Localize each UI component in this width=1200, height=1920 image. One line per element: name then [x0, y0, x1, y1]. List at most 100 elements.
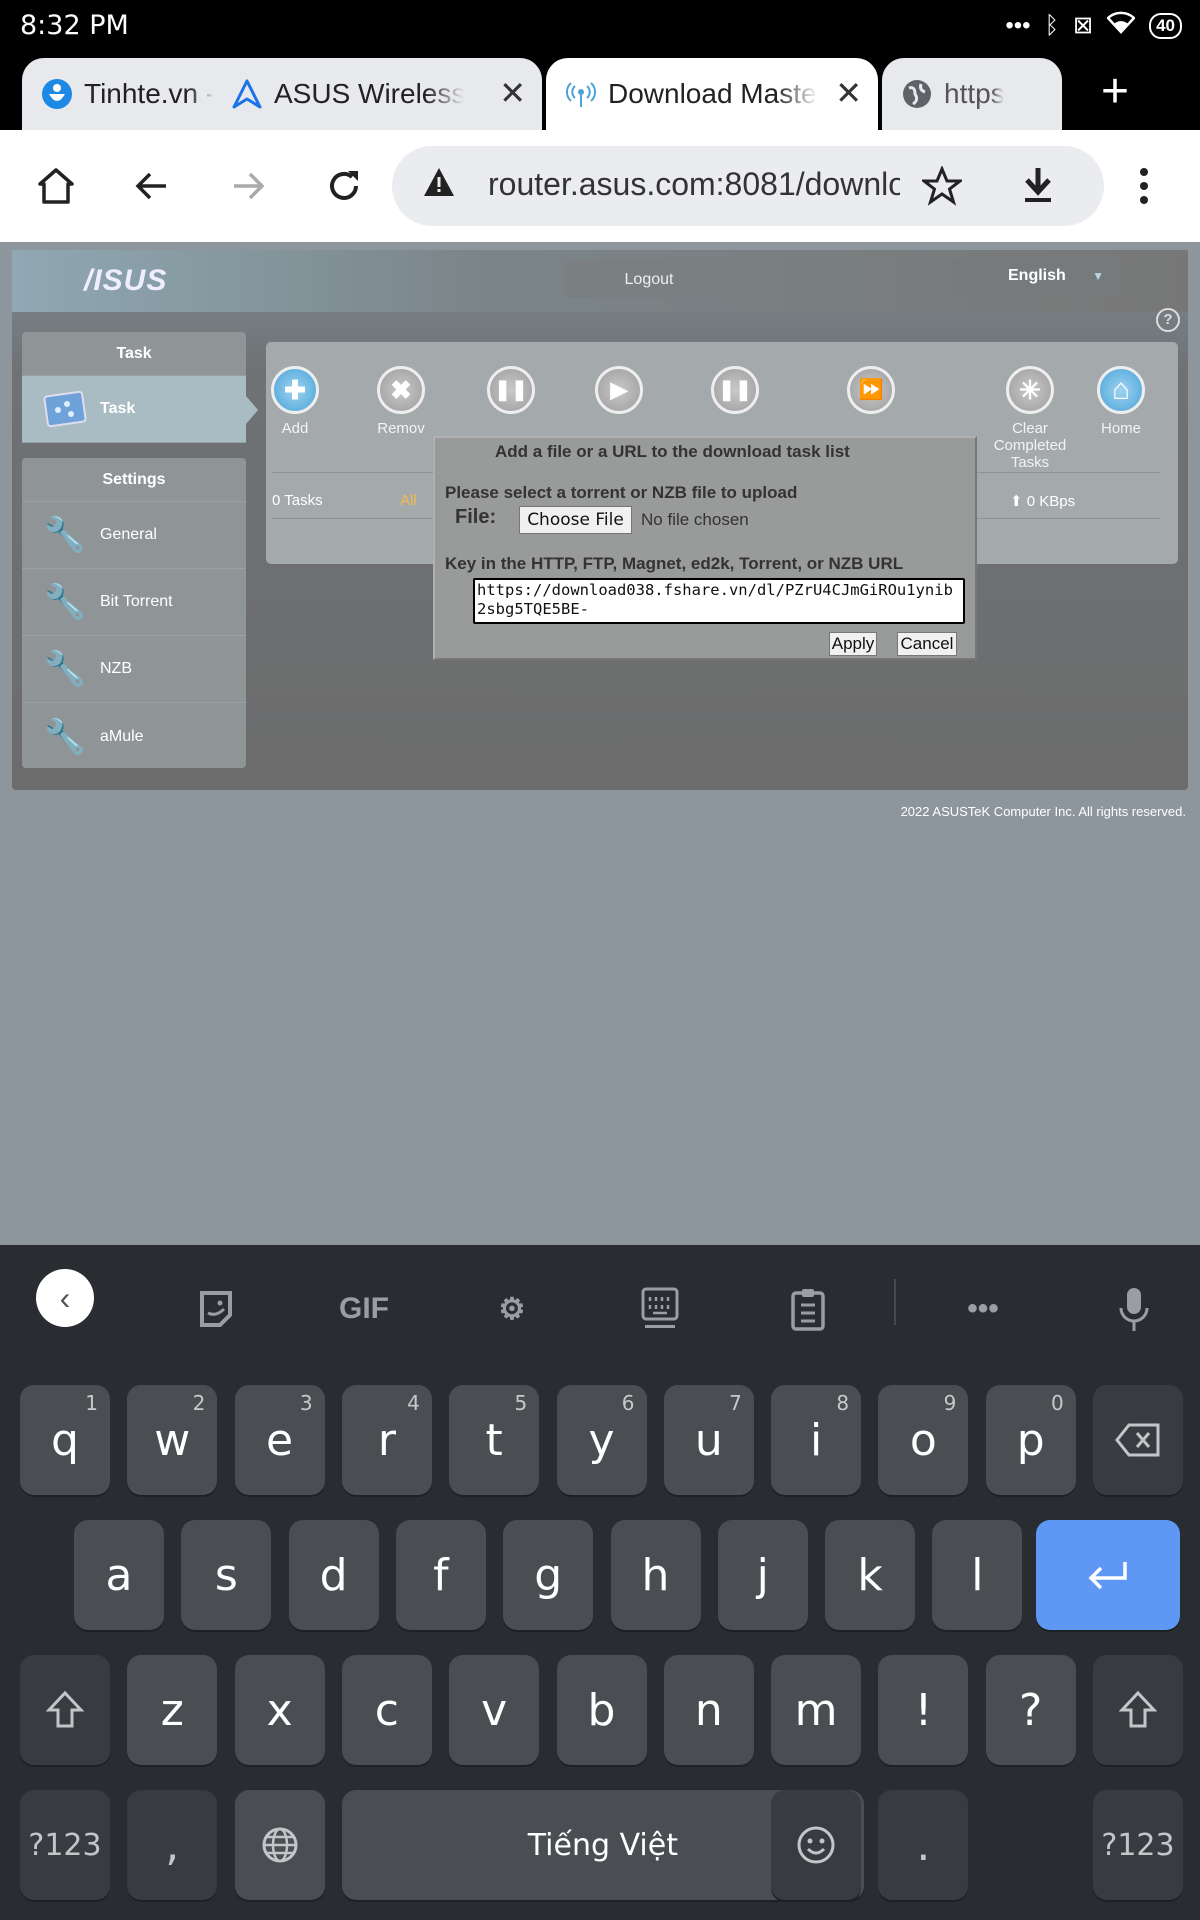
- sidebar-item-label: aMule: [100, 727, 144, 745]
- key-t[interactable]: t5: [449, 1385, 540, 1495]
- sidebar-item-task[interactable]: Task: [22, 376, 258, 443]
- key-k[interactable]: k: [825, 1520, 916, 1630]
- remove-button[interactable]: ✖ Remov: [366, 366, 436, 437]
- emoji-key[interactable]: [771, 1790, 862, 1900]
- filter-all[interactable]: All: [400, 492, 417, 509]
- sidebar-item-amule[interactable]: 🔧 aMule: [22, 703, 246, 770]
- clear-completed-button[interactable]: ✳ Clear Completed Tasks: [972, 366, 1088, 471]
- wrench-icon: 🔧: [43, 516, 87, 554]
- back-button[interactable]: [126, 160, 178, 212]
- keyboard-collapse-button[interactable]: ‹: [36, 1269, 94, 1327]
- key-p[interactable]: p0: [985, 1385, 1076, 1495]
- reload-button[interactable]: [318, 160, 370, 212]
- key-e[interactable]: e3: [234, 1385, 325, 1495]
- chevron-down-icon: ▼: [1092, 269, 1104, 283]
- key-o[interactable]: o9: [878, 1385, 969, 1495]
- status-bar: 8:32 PM ••• ᛒ ⊠ 40: [0, 0, 1200, 56]
- backspace-key[interactable]: [1093, 1385, 1183, 1495]
- symbols-key[interactable]: ?123: [20, 1790, 110, 1900]
- tab-https[interactable]: https://: [882, 58, 1062, 130]
- key-q[interactable]: q1: [20, 1385, 110, 1495]
- start-all-button[interactable]: ⏩: [836, 366, 906, 420]
- tab-download-master[interactable]: Download Master ✕: [546, 58, 878, 130]
- key-question[interactable]: ?: [985, 1655, 1076, 1765]
- new-tab-button[interactable]: +: [1085, 62, 1145, 122]
- bookmark-star-icon[interactable]: [919, 165, 965, 211]
- choose-file-button[interactable]: Choose File: [519, 506, 632, 534]
- more-icon[interactable]: •••: [953, 1279, 1013, 1339]
- pause-icon: ❚❚: [487, 366, 535, 414]
- start-button[interactable]: ▶: [584, 366, 654, 420]
- cancel-button[interactable]: Cancel: [897, 632, 957, 656]
- key-label: q: [51, 1414, 79, 1466]
- key-label: t: [485, 1414, 503, 1466]
- help-icon[interactable]: ?: [1156, 308, 1180, 332]
- key-r[interactable]: r4: [341, 1385, 432, 1495]
- pause-button[interactable]: ❚❚: [476, 366, 546, 420]
- key-j[interactable]: j: [717, 1520, 808, 1630]
- enter-key[interactable]: [1036, 1520, 1180, 1630]
- clipboard-icon[interactable]: [778, 1279, 838, 1339]
- download-master-frame: /ISUS Logout English ▼ ? Task Task Setti…: [12, 250, 1188, 790]
- key-h[interactable]: h: [610, 1520, 701, 1630]
- apply-button[interactable]: Apply: [829, 632, 877, 656]
- shift-key[interactable]: [20, 1655, 110, 1765]
- microphone-icon[interactable]: [1104, 1279, 1164, 1339]
- tab-title: Download Master: [608, 78, 818, 109]
- header-banner: /ISUS Logout English ▼: [12, 250, 1188, 312]
- key-u[interactable]: u7: [663, 1385, 754, 1495]
- key-l[interactable]: l: [932, 1520, 1023, 1630]
- sidebar-item-bittorrent[interactable]: 🔧 Bit Torrent: [22, 569, 246, 636]
- language-switch-key[interactable]: [234, 1790, 325, 1900]
- key-z[interactable]: z: [127, 1655, 218, 1765]
- key-b[interactable]: b: [556, 1655, 647, 1765]
- address-bar[interactable]: router.asus.com:8081/downloadmaster: [392, 146, 1104, 226]
- gear-icon[interactable]: ⚙: [482, 1279, 542, 1339]
- tool-label: Home: [1100, 420, 1141, 437]
- key-exclamation[interactable]: !: [878, 1655, 969, 1765]
- home-icon: ⌂: [1097, 366, 1145, 414]
- key-d[interactable]: d: [288, 1520, 379, 1630]
- key-c[interactable]: c: [341, 1655, 432, 1765]
- download-icon[interactable]: [1020, 166, 1056, 211]
- key-s[interactable]: s: [181, 1520, 272, 1630]
- key-hint: 0: [1050, 1391, 1064, 1415]
- period-key[interactable]: .: [878, 1790, 969, 1900]
- key-n[interactable]: n: [663, 1655, 754, 1765]
- sidebar-item-general[interactable]: 🔧 General: [22, 502, 246, 569]
- key-i[interactable]: i8: [771, 1385, 862, 1495]
- menu-button[interactable]: [1118, 160, 1170, 212]
- key-f[interactable]: f: [395, 1520, 486, 1630]
- gif-button[interactable]: GIF: [334, 1279, 394, 1339]
- pause-all-button[interactable]: ❚❚: [700, 366, 770, 420]
- key-a[interactable]: a: [74, 1520, 164, 1630]
- pause-all-icon: ❚❚: [711, 366, 759, 414]
- comma-key[interactable]: ,: [127, 1790, 218, 1900]
- shift-key-right[interactable]: [1093, 1655, 1183, 1765]
- symbols-key-right[interactable]: ?123: [1093, 1790, 1183, 1900]
- key-hint: 8: [836, 1391, 850, 1415]
- not-secure-warning-icon[interactable]: [422, 166, 456, 207]
- key-w[interactable]: w2: [127, 1385, 218, 1495]
- close-tab-icon[interactable]: ✕: [835, 74, 862, 112]
- key-x[interactable]: x: [234, 1655, 325, 1765]
- sidebar-item-nzb[interactable]: 🔧 NZB: [22, 636, 246, 703]
- url-input[interactable]: https://download038.fshare.vn/dl/PZrU4CJ…: [473, 578, 965, 624]
- keyboard-layout-icon[interactable]: [630, 1279, 690, 1339]
- home-button[interactable]: [30, 160, 82, 212]
- key-label: x: [266, 1684, 293, 1736]
- asus-router-icon: [230, 77, 264, 111]
- sticker-icon[interactable]: [186, 1279, 246, 1339]
- add-button[interactable]: ✚ Add: [260, 366, 330, 437]
- home-button[interactable]: ⌂ Home: [1086, 366, 1156, 437]
- key-y[interactable]: y6: [556, 1385, 647, 1495]
- key-g[interactable]: g: [503, 1520, 594, 1630]
- logout-button[interactable]: Logout: [564, 260, 734, 298]
- close-tab-icon[interactable]: ✕: [499, 74, 526, 112]
- key-v[interactable]: v: [449, 1655, 540, 1765]
- key-m[interactable]: m: [771, 1655, 862, 1765]
- url-text[interactable]: router.asus.com:8081/downloadmaster: [488, 166, 900, 203]
- language-select[interactable]: English ▼: [952, 258, 1124, 296]
- tab-asus-router[interactable]: ASUS Wireless Router ✕: [212, 58, 542, 130]
- forward-button[interactable]: [222, 160, 274, 212]
